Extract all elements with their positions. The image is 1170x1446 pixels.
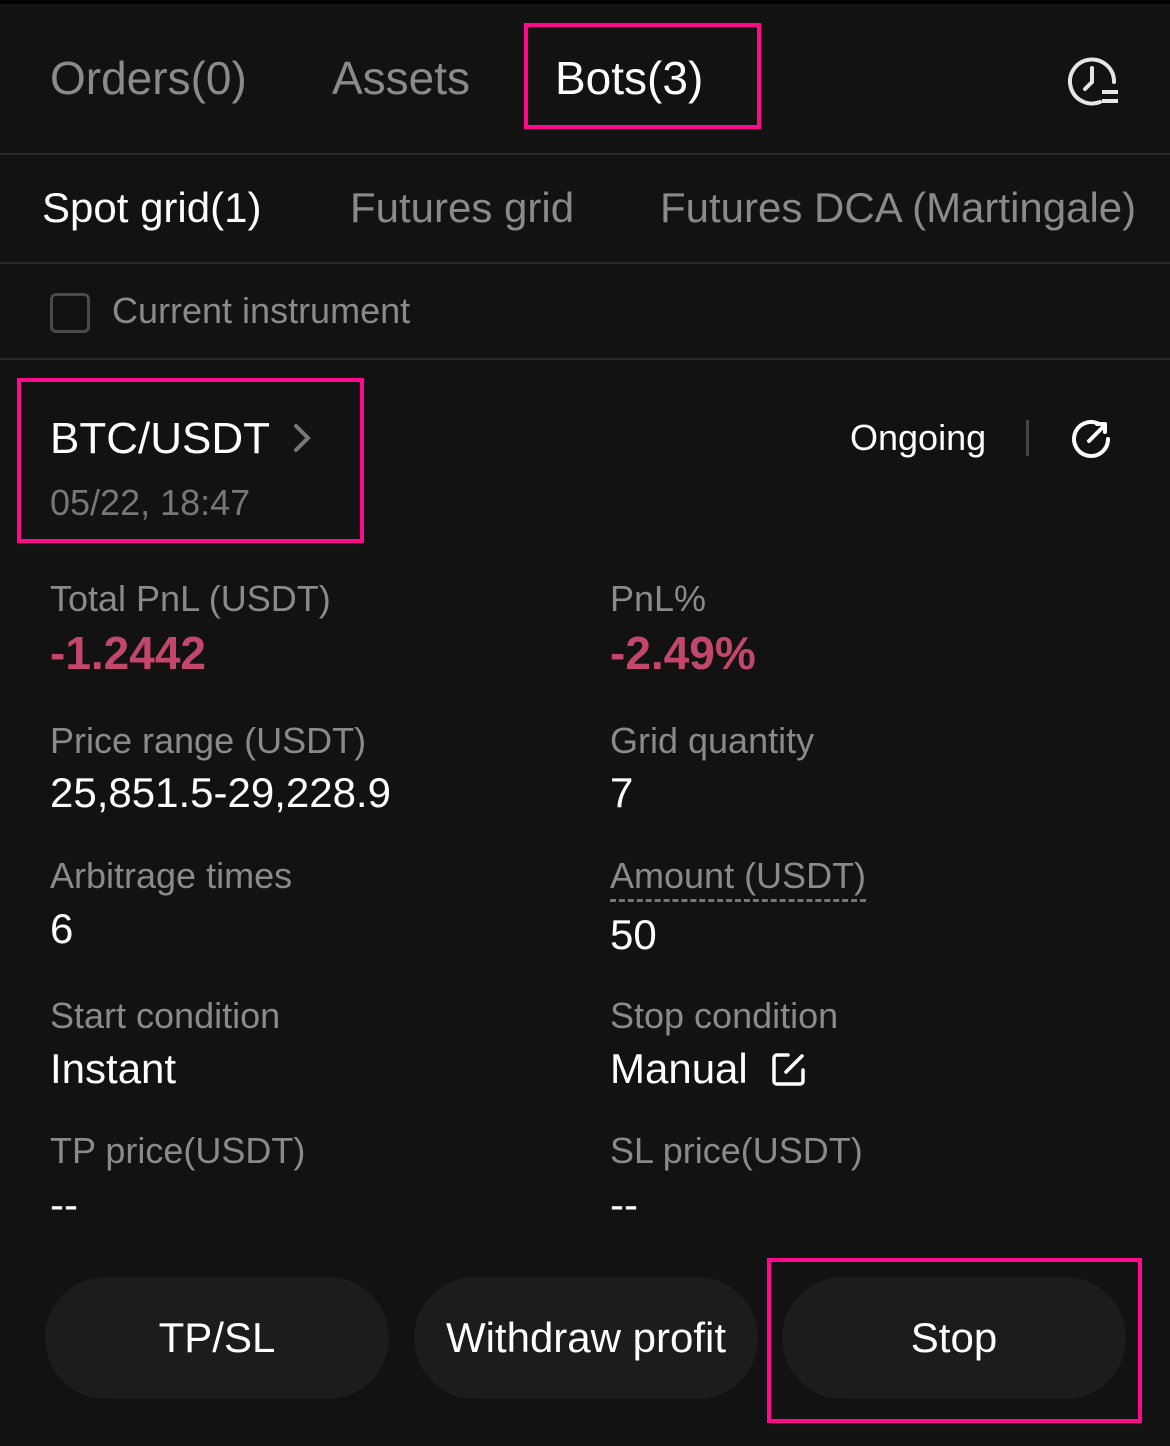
pnl-pct-label: PnL% (610, 578, 707, 619)
current-instrument-label[interactable]: Current instrument (112, 288, 410, 334)
bot-created-time: 05/22, 18:47 (50, 482, 251, 523)
chevron-right-icon[interactable] (290, 420, 314, 456)
stop-condition-value: Manual (610, 1045, 748, 1092)
order-history-icon[interactable] (1062, 52, 1122, 112)
total-pnl-value: -1.2442 (50, 627, 207, 679)
stop-condition-label: Stop condition (610, 995, 839, 1036)
bot-type-tabs: Spot grid(1) Futures grid Futures DCA (M… (0, 155, 1170, 264)
tp-price-label: TP price(USDT) (50, 1130, 306, 1171)
sl-price-value: -- (610, 1181, 638, 1228)
tab-futures-dca[interactable]: Futures DCA (Martingale) (660, 181, 1136, 235)
bot-status: Ongoing (850, 417, 987, 458)
grid-quantity-label: Grid quantity (610, 720, 815, 761)
amount-label[interactable]: Amount (USDT) (610, 853, 867, 902)
tpsl-button[interactable]: TP/SL (45, 1277, 389, 1399)
sl-price-label: SL price(USDT) (610, 1130, 863, 1171)
main-tabs: Orders(0) Assets Bots(3) (0, 0, 1170, 155)
withdraw-profit-button[interactable]: Withdraw profit (414, 1277, 758, 1399)
pnl-pct-value: -2.49% (610, 627, 756, 679)
arbitrage-times-label: Arbitrage times (50, 855, 293, 896)
price-range-label: Price range (USDT) (50, 720, 367, 761)
instrument-filter: Current instrument (0, 264, 1170, 360)
total-pnl-label: Total PnL (USDT) (50, 578, 331, 619)
tab-spot-grid[interactable]: Spot grid(1) (42, 181, 261, 235)
edit-icon[interactable] (770, 1050, 808, 1088)
share-icon[interactable] (1068, 416, 1114, 462)
price-range-value: 25,851.5-29,228.9 (50, 769, 391, 816)
tab-futures-grid[interactable]: Futures grid (350, 181, 574, 235)
start-condition-value: Instant (50, 1045, 177, 1092)
grid-quantity-value: 7 (610, 769, 634, 816)
tab-assets[interactable]: Assets (332, 48, 470, 108)
amount-value: 50 (610, 911, 657, 958)
stop-button[interactable]: Stop (782, 1277, 1126, 1399)
tab-orders[interactable]: Orders(0) (50, 48, 247, 108)
tab-bots[interactable]: Bots(3) (555, 48, 703, 108)
tp-price-value: -- (50, 1181, 78, 1228)
arbitrage-times-value: 6 (50, 905, 74, 952)
current-instrument-checkbox[interactable] (50, 293, 90, 333)
bot-pair[interactable]: BTC/USDT (50, 414, 270, 464)
start-condition-label: Start condition (50, 995, 281, 1036)
divider (1026, 420, 1029, 456)
